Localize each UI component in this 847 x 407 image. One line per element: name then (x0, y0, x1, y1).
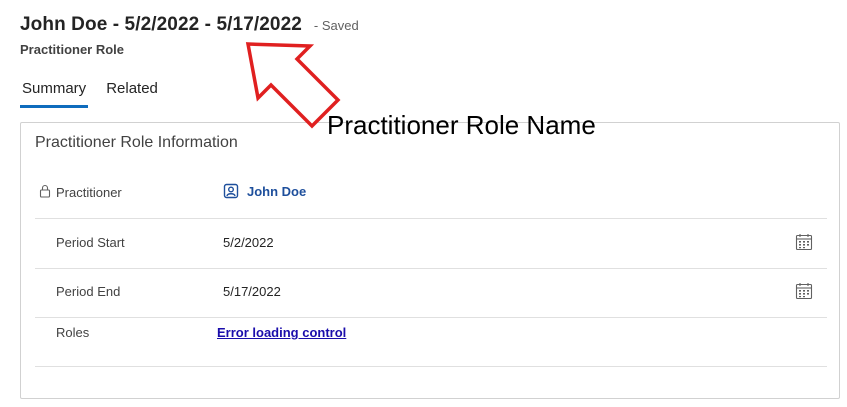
roles-error-link[interactable]: Error loading control (217, 325, 346, 340)
period-end-value[interactable]: 5/17/2022 (223, 284, 281, 299)
form-tabs: Summary Related (20, 80, 176, 108)
roles-label: Roles (56, 325, 90, 340)
lock-icon (39, 184, 51, 198)
save-status: - Saved (313, 18, 359, 33)
section-title: Practitioner Role Information (35, 134, 238, 151)
period-start-value[interactable]: 5/2/2022 (223, 235, 274, 250)
period-start-label: Period Start (56, 235, 125, 250)
practitioner-lookup[interactable]: John Doe (223, 183, 306, 199)
practitioner-value[interactable]: John Doe (247, 184, 306, 199)
field-row-period-start: Period Start 5/2/2022 (35, 219, 827, 269)
annotation-label: Practitioner Role Name (327, 110, 596, 140)
practitioner-label: Practitioner (56, 185, 122, 200)
title-line: John Doe - 5/2/2022 - 5/17/2022 - Saved (20, 14, 620, 36)
calendar-icon[interactable] (795, 282, 813, 300)
field-row-period-end: Period End 5/17/2022 (35, 268, 827, 318)
field-row-roles: Roles Error loading control (35, 317, 827, 367)
contact-icon (223, 183, 239, 199)
tab-related[interactable]: Related (104, 80, 160, 108)
practitioner-role-section: Practitioner Role Information Practition… (20, 122, 840, 399)
field-row-practitioner: Practitioner John Doe (35, 169, 827, 219)
record-title: John Doe - 5/2/2022 - 5/17/2022 (20, 14, 302, 35)
period-end-label: Period End (56, 284, 121, 299)
calendar-icon[interactable] (795, 233, 813, 251)
tab-summary[interactable]: Summary (20, 80, 89, 108)
